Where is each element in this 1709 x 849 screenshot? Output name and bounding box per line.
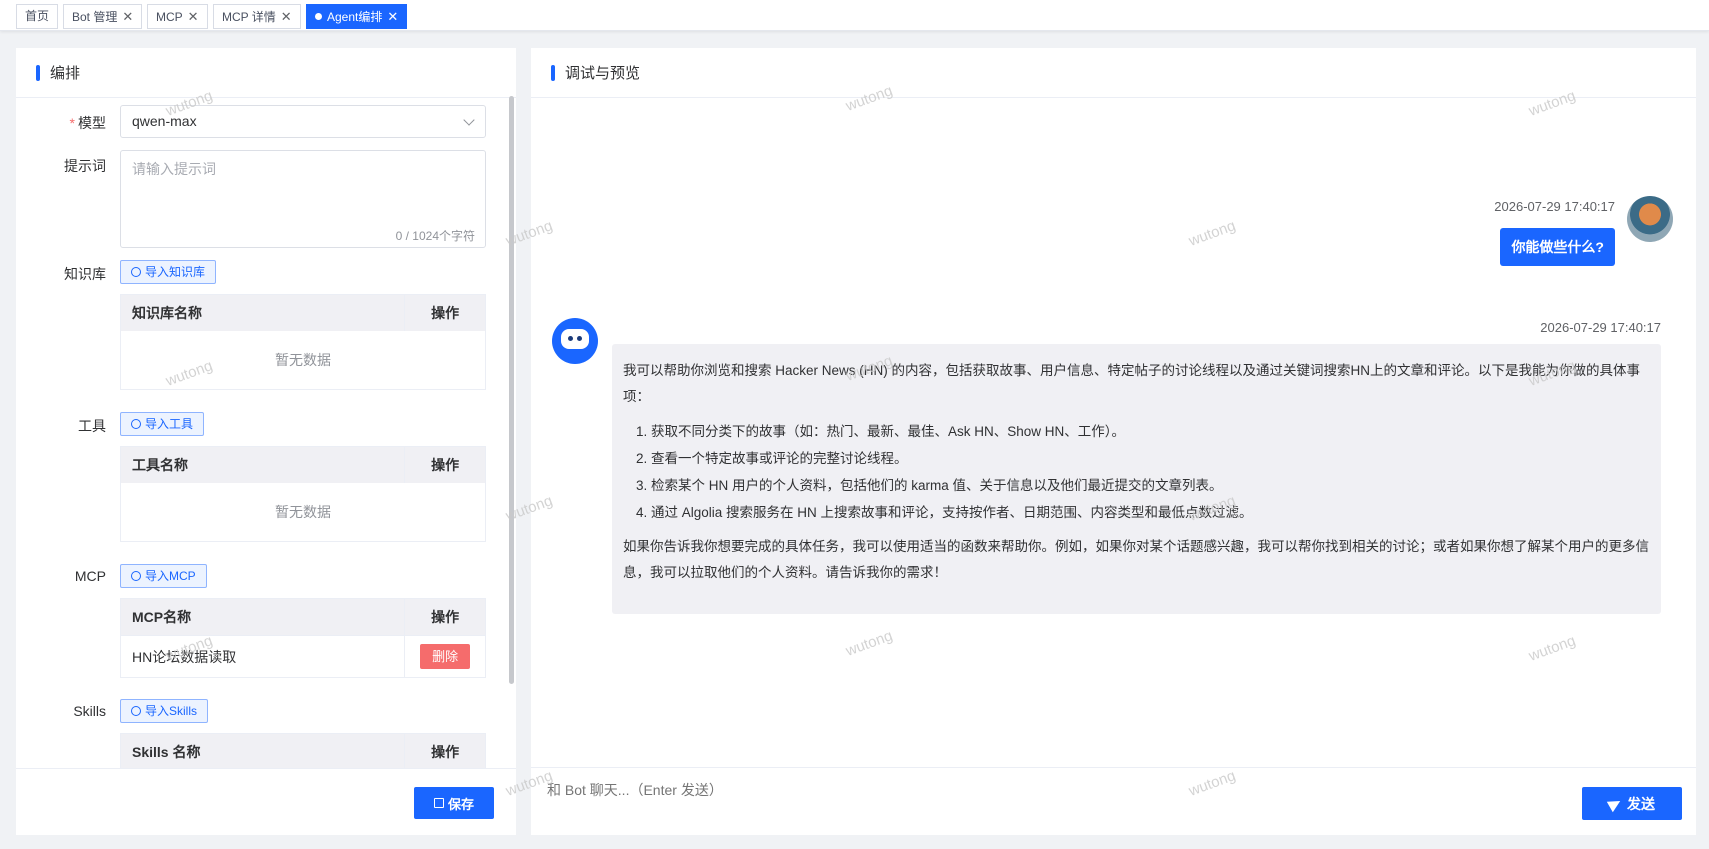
- table-row: HN论坛数据读取 删除: [121, 635, 485, 677]
- chat-area[interactable]: 2026-07-29 17:40:17 你能做些什么? 2026-07-29 1…: [531, 98, 1696, 768]
- bot-message-outro: 如果你告诉我你想要完成的具体任务，我可以使用适当的函数来帮助你。例如，如果你对某…: [623, 539, 1649, 580]
- bot-message-bubble: 我可以帮助你浏览和搜索 Hacker News (HN) 的内容，包括获取故事、…: [612, 344, 1661, 614]
- column-header: MCP名称: [121, 599, 406, 635]
- list-item: 通过 Algolia 搜索服务在 HN 上搜索故事和评论，支持按作者、日期范围、…: [651, 499, 1650, 526]
- column-header: 操作: [431, 457, 460, 473]
- prompt-textarea[interactable]: 请输入提示词 0 / 1024个字符: [120, 150, 486, 248]
- panel-header: 编排: [16, 48, 516, 98]
- tools-table: 工具名称 操作 暂无数据: [120, 446, 486, 542]
- bot-message-time: 2026-07-29 17:40:17: [1540, 320, 1661, 335]
- cloud-upload-icon: [131, 706, 141, 716]
- model-select[interactable]: qwen-max: [120, 105, 486, 138]
- panel-title: 编排: [50, 65, 81, 82]
- save-button[interactable]: 保存: [414, 787, 494, 819]
- send-button[interactable]: 发送: [1582, 787, 1682, 820]
- tools-label: 工具: [78, 418, 106, 434]
- knowledge-table: 知识库名称 操作 暂无数据: [120, 294, 486, 390]
- bot-avatar: [552, 318, 598, 364]
- column-header: 工具名称: [121, 447, 406, 483]
- send-icon: [1606, 795, 1624, 812]
- close-icon[interactable]: ✕: [122, 9, 133, 24]
- list-item: 查看一个特定故事或评论的完整讨论线程。: [651, 445, 1650, 472]
- cloud-upload-icon: [131, 571, 141, 581]
- user-message-bubble: 你能做些什么?: [1500, 228, 1615, 266]
- delete-button[interactable]: 删除: [420, 644, 471, 669]
- bot-message-intro: 我可以帮助你浏览和搜索 Hacker News (HN) 的内容，包括获取故事、…: [623, 363, 1641, 404]
- form-scroll-area[interactable]: * 模型 qwen-max 提示词 请输入提示词 0 / 1024个字符 知识库 …: [16, 98, 516, 768]
- bot-message-list: 获取不同分类下的故事（如：热门、最新、最佳、Ask HN、Show HN、工作）…: [651, 418, 1650, 526]
- model-label: * 模型: [69, 115, 106, 131]
- column-header: 操作: [431, 609, 460, 625]
- knowledge-label: 知识库: [64, 266, 106, 282]
- cloud-upload-icon: [131, 267, 141, 277]
- prompt-label: 提示词: [64, 158, 106, 174]
- column-header: Skills 名称: [121, 734, 406, 768]
- import-mcp-button[interactable]: 导入MCP: [120, 564, 207, 588]
- mcp-label: MCP: [74, 568, 106, 584]
- column-header: 操作: [431, 744, 460, 760]
- active-dot-icon: [315, 13, 322, 20]
- cloud-upload-icon: [131, 419, 141, 429]
- mcp-name-cell: HN论坛数据读取: [121, 636, 406, 677]
- list-item: 获取不同分类下的故事（如：热门、最新、最佳、Ask HN、Show HN、工作）…: [651, 418, 1650, 445]
- chat-footer: 发送: [531, 767, 1696, 835]
- tab-bar: 首页 Bot 管理 ✕ MCP ✕ MCP 详情 ✕ Agent编排 ✕: [0, 0, 1709, 31]
- import-tools-button[interactable]: 导入工具: [120, 412, 205, 436]
- user-avatar: [1627, 196, 1673, 242]
- header-accent-bar: [551, 64, 555, 81]
- chevron-down-icon: [463, 114, 475, 126]
- empty-text: 暂无数据: [275, 504, 331, 520]
- tab-mcp[interactable]: MCP ✕: [147, 4, 208, 29]
- list-item: 检索某个 HN 用户的个人资料，包括他们的 karma 值、关于信息以及他们最近…: [651, 472, 1650, 499]
- close-icon[interactable]: ✕: [188, 9, 199, 24]
- save-icon: [433, 798, 444, 808]
- robot-icon: [561, 329, 589, 349]
- tab-bot-management[interactable]: Bot 管理 ✕: [63, 4, 143, 29]
- panel-title: 调试与预览: [565, 65, 641, 82]
- orchestration-panel: 编排 * 模型 qwen-max 提示词 请输入提示词 0 / 1024个字符 知…: [16, 48, 516, 835]
- tab-mcp-detail[interactable]: MCP 详情 ✕: [213, 4, 301, 29]
- scrollbar[interactable]: [509, 96, 514, 684]
- import-skills-button[interactable]: 导入Skills: [120, 699, 209, 723]
- prompt-placeholder: 请输入提示词: [132, 161, 216, 177]
- skills-table: Skills 名称 操作: [120, 733, 486, 768]
- mcp-table: MCP名称 操作 HN论坛数据读取 删除: [120, 598, 486, 678]
- preview-panel: 调试与预览 2026-07-29 17:40:17 你能做些什么? 2026-0…: [531, 48, 1696, 835]
- column-header: 操作: [431, 305, 460, 321]
- close-icon[interactable]: ✕: [281, 9, 292, 24]
- header-accent-bar: [36, 64, 40, 81]
- user-message-time: 2026-07-29 17:40:17: [1494, 199, 1615, 214]
- column-header: 知识库名称: [121, 295, 406, 331]
- import-knowledge-button[interactable]: 导入知识库: [120, 260, 217, 284]
- empty-text: 暂无数据: [275, 352, 331, 368]
- panel-header: 调试与预览: [531, 48, 1696, 98]
- tab-home[interactable]: 首页: [16, 4, 59, 29]
- tab-agent-orchestration[interactable]: Agent编排 ✕: [306, 4, 408, 29]
- skills-label: Skills: [73, 703, 106, 719]
- prompt-char-count: 0 / 1024个字符: [395, 229, 475, 243]
- chat-input[interactable]: [547, 782, 1447, 798]
- left-footer: 保存: [16, 768, 516, 835]
- close-icon[interactable]: ✕: [387, 9, 398, 24]
